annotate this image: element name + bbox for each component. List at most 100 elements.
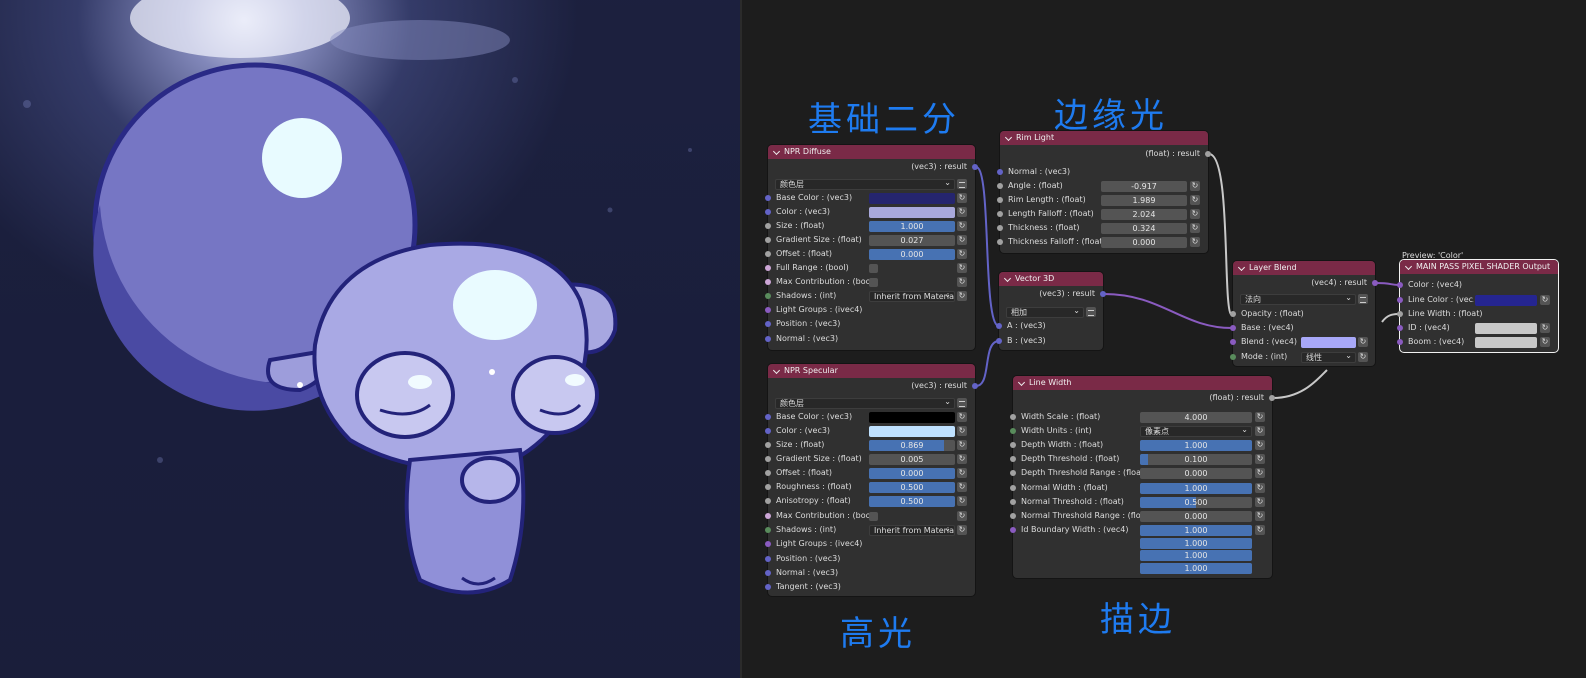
- color-swatch[interactable]: [869, 425, 955, 437]
- link-socket-icon[interactable]: ↻: [957, 263, 967, 273]
- input-socket[interactable]: [997, 169, 1003, 175]
- link-socket-icon[interactable]: ↻: [1255, 468, 1265, 478]
- width-scale-field[interactable]: 4.000: [1140, 411, 1252, 423]
- input-socket[interactable]: [765, 209, 771, 215]
- input-socket[interactable]: [997, 225, 1003, 231]
- input-socket[interactable]: [765, 237, 771, 243]
- link-socket-icon[interactable]: ↻: [957, 525, 967, 535]
- link-socket-icon[interactable]: ↻: [957, 207, 967, 217]
- input-socket[interactable]: [1010, 527, 1016, 533]
- link-socket-icon[interactable]: ↻: [1540, 323, 1550, 333]
- input-socket[interactable]: [1010, 456, 1016, 462]
- menu-icon[interactable]: [1086, 307, 1096, 317]
- input-socket[interactable]: [765, 570, 771, 576]
- input-socket[interactable]: [1010, 470, 1016, 476]
- link-socket-icon[interactable]: ↻: [1358, 352, 1368, 362]
- size-field[interactable]: 0.869: [869, 439, 955, 451]
- mode-select[interactable]: 颜色层: [775, 178, 955, 190]
- node-header[interactable]: NPR Diffuse: [768, 145, 975, 159]
- link-socket-icon[interactable]: ↻: [957, 193, 967, 203]
- angle-field[interactable]: -0.917: [1101, 180, 1187, 192]
- input-socket[interactable]: [996, 323, 1002, 329]
- link-socket-icon[interactable]: ↻: [957, 249, 967, 259]
- node-header[interactable]: Layer Blend: [1233, 261, 1375, 275]
- output-socket[interactable]: [1269, 395, 1275, 401]
- node-vector-3d[interactable]: Vector 3D (vec3) : result 相加 A : (vec3) …: [996, 272, 1106, 350]
- base-color-swatch[interactable]: [869, 192, 955, 204]
- output-socket[interactable]: [1205, 151, 1211, 157]
- input-socket[interactable]: [997, 197, 1003, 203]
- node-header[interactable]: MAIN PASS PIXEL SHADER Output: [1400, 260, 1558, 274]
- max-contribution-checkbox[interactable]: [869, 277, 878, 287]
- node-editor[interactable]: 基础二分 边缘光 高光 描边 NPR Diffuse (vec3) : resu…: [742, 0, 1586, 678]
- node-layer-blend[interactable]: Layer Blend (vec4) : result 法向 Opacity :…: [1230, 261, 1378, 366]
- id-color-swatch[interactable]: [1475, 322, 1537, 334]
- input-socket[interactable]: [765, 484, 771, 490]
- vector-mode-select[interactable]: 相加: [1006, 306, 1084, 318]
- link-socket-icon[interactable]: ↻: [957, 496, 967, 506]
- node-main-pass-output[interactable]: MAIN PASS PIXEL SHADER Output Color : (v…: [1397, 260, 1558, 352]
- input-socket[interactable]: [1397, 325, 1403, 331]
- normal-threshold-field[interactable]: 0.500: [1140, 496, 1252, 508]
- input-socket[interactable]: [765, 293, 771, 299]
- input-socket[interactable]: [1010, 428, 1016, 434]
- node-header[interactable]: Line Width: [1013, 376, 1272, 390]
- link-socket-icon[interactable]: ↻: [957, 426, 967, 436]
- link-socket-icon[interactable]: ↻: [957, 412, 967, 422]
- line-color-swatch[interactable]: [1475, 294, 1537, 306]
- input-socket[interactable]: [765, 279, 771, 285]
- input-socket[interactable]: [765, 414, 771, 420]
- input-socket[interactable]: [997, 183, 1003, 189]
- roughness-field[interactable]: 0.500: [869, 481, 955, 493]
- menu-icon[interactable]: [957, 398, 967, 408]
- link-socket-icon[interactable]: ↻: [1190, 195, 1200, 205]
- input-socket[interactable]: [1230, 325, 1236, 331]
- input-socket[interactable]: [765, 195, 771, 201]
- boom-color-swatch[interactable]: [1475, 336, 1537, 348]
- input-socket[interactable]: [765, 336, 771, 342]
- output-socket[interactable]: [972, 383, 978, 389]
- length-falloff-field[interactable]: 2.024: [1101, 208, 1187, 220]
- id-boundary-x-field[interactable]: 1.000: [1140, 524, 1252, 536]
- id-boundary-z-field[interactable]: 1.000: [1140, 549, 1252, 561]
- link-socket-icon[interactable]: ↻: [957, 454, 967, 464]
- link-socket-icon[interactable]: ↻: [957, 277, 967, 287]
- input-socket[interactable]: [1397, 282, 1403, 288]
- link-socket-icon[interactable]: ↻: [1255, 525, 1265, 535]
- input-socket[interactable]: [765, 442, 771, 448]
- input-socket[interactable]: [996, 338, 1002, 344]
- input-socket[interactable]: [765, 265, 771, 271]
- width-units-select[interactable]: 像素点: [1140, 425, 1252, 437]
- link-socket-icon[interactable]: ↻: [1255, 426, 1265, 436]
- input-socket[interactable]: [765, 513, 771, 519]
- link-socket-icon[interactable]: ↻: [1255, 454, 1265, 464]
- size-field[interactable]: 1.000: [869, 220, 955, 232]
- node-npr-specular[interactable]: NPR Specular (vec3) : result 颜色层 Base Co…: [765, 364, 978, 596]
- offset-field[interactable]: 0.000: [869, 248, 955, 260]
- input-socket[interactable]: [765, 307, 771, 313]
- output-socket[interactable]: [1372, 280, 1378, 286]
- id-boundary-y-field[interactable]: 1.000: [1140, 537, 1252, 549]
- link-socket-icon[interactable]: ↻: [957, 235, 967, 245]
- gradient-size-field[interactable]: 0.027: [869, 234, 955, 246]
- link-socket-icon[interactable]: ↻: [1255, 412, 1265, 422]
- input-socket[interactable]: [1010, 513, 1016, 519]
- base-color-swatch[interactable]: [869, 411, 955, 423]
- offset-field[interactable]: 0.000: [869, 467, 955, 479]
- input-socket[interactable]: [1010, 414, 1016, 420]
- input-socket[interactable]: [1397, 339, 1403, 345]
- max-contribution-checkbox[interactable]: [869, 511, 878, 521]
- link-socket-icon[interactable]: ↻: [957, 440, 967, 450]
- depth-threshold-field[interactable]: 0.100: [1140, 453, 1252, 465]
- thickness-field[interactable]: 0.324: [1101, 222, 1187, 234]
- normal-width-field[interactable]: 1.000: [1140, 482, 1252, 494]
- input-socket[interactable]: [765, 541, 771, 547]
- link-socket-icon[interactable]: ↻: [957, 291, 967, 301]
- input-socket[interactable]: [765, 498, 771, 504]
- link-socket-icon[interactable]: ↻: [1190, 223, 1200, 233]
- thickness-falloff-field[interactable]: 0.000: [1101, 236, 1187, 248]
- link-socket-icon[interactable]: ↻: [1190, 237, 1200, 247]
- input-socket[interactable]: [1230, 311, 1236, 317]
- mode-select[interactable]: 线性: [1301, 351, 1356, 363]
- input-socket[interactable]: [765, 428, 771, 434]
